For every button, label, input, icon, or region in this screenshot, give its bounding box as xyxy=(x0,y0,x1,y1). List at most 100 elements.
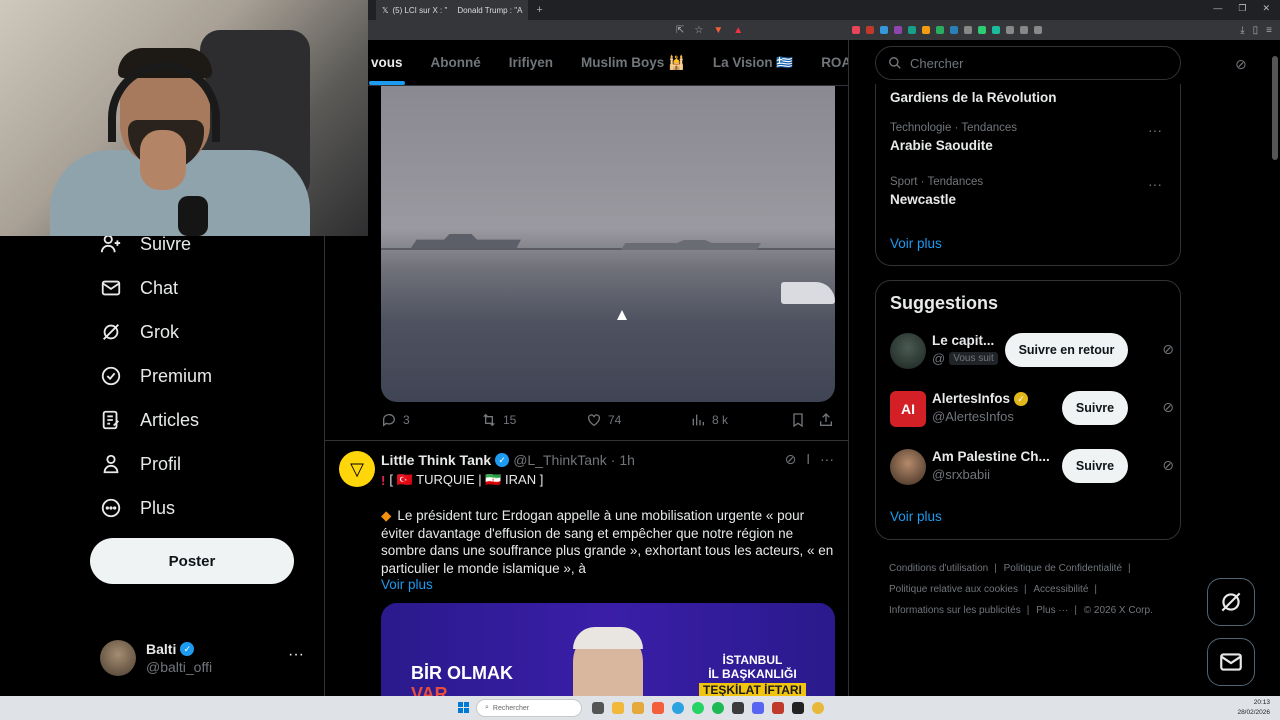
taskview-icon[interactable] xyxy=(592,702,604,714)
account-switcher[interactable]: Balti ✓ @balti_offi ··· xyxy=(100,638,310,678)
extension-icon[interactable] xyxy=(1006,26,1014,34)
trend-item[interactable]: Gardiens de la Révolution xyxy=(890,86,1170,105)
trend-item[interactable]: Technologie · Tendances Arabie Saoudite … xyxy=(890,122,1170,153)
suggestion-item[interactable]: AI AlertesInfos ✓ @AlertesInfos Suivre ⊘ xyxy=(890,389,1174,429)
app-icon[interactable] xyxy=(772,702,784,714)
follow-back-button[interactable]: Suivre en retour xyxy=(1005,333,1128,367)
footer-link[interactable]: Politique de Confidentialité xyxy=(1004,563,1122,574)
bookmark-page-icon[interactable]: ☆ xyxy=(694,25,703,36)
sidebar-item-grok[interactable]: Grok xyxy=(100,314,179,350)
file-explorer-icon[interactable] xyxy=(612,702,624,714)
messages-floating-button[interactable] xyxy=(1207,638,1255,686)
show-more-link[interactable]: Voir plus xyxy=(381,577,433,592)
extension-icon[interactable] xyxy=(922,26,930,34)
more-options-icon[interactable]: ··· xyxy=(1148,176,1162,192)
share-icon[interactable]: ⇱ xyxy=(676,25,684,36)
extension-icon[interactable] xyxy=(908,26,916,34)
tweet-author-avatar[interactable]: ▽ xyxy=(339,451,375,487)
taskbar-search-input[interactable]: ⌕ Rechercher xyxy=(476,699,582,717)
suggestion-item[interactable]: Le capit... @ Vous suit Suivre en retour … xyxy=(890,331,1174,371)
extension-icon[interactable] xyxy=(1034,26,1042,34)
sidebar-toggle-icon[interactable]: ▯ xyxy=(1253,25,1259,36)
browser-tab-active[interactable]: 𝕏 (5) LCI sur X : " Donald Trump : "A xyxy=(376,0,529,20)
rewards-icon[interactable]: ▲ xyxy=(733,25,743,36)
close-window-icon[interactable]: ✕ xyxy=(1262,3,1270,14)
follow-button[interactable]: Suivre xyxy=(1062,449,1128,483)
more-options-icon[interactable]: ··· xyxy=(1148,122,1162,138)
extension-icon[interactable] xyxy=(894,26,902,34)
like-button[interactable]: 74 xyxy=(586,412,690,428)
block-icon[interactable]: ⊘ xyxy=(1162,457,1174,474)
sidebar-item-profile[interactable]: Profil xyxy=(100,446,181,482)
tweet-author-name[interactable]: Little Think Tank xyxy=(381,452,491,468)
folder-icon[interactable] xyxy=(632,702,644,714)
tweet-author-handle[interactable]: @L_ThinkTank xyxy=(513,452,607,468)
suggestions-show-more-link[interactable]: Voir plus xyxy=(890,509,942,524)
clock-time: 20:13 xyxy=(1253,699,1270,706)
tab-list-irifiyen[interactable]: Irifiyen xyxy=(495,55,567,70)
extension-icon[interactable] xyxy=(992,26,1000,34)
tweet-video[interactable] xyxy=(381,86,835,402)
post-button[interactable]: Poster xyxy=(90,538,294,584)
footer-link[interactable]: Accessibilité xyxy=(1033,584,1088,595)
tweet-card[interactable]: ▽ Little Think Tank ✓ @L_ThinkTank · 1h … xyxy=(325,441,848,696)
spotify-icon[interactable] xyxy=(712,702,724,714)
grok-floating-button[interactable] xyxy=(1207,578,1255,626)
windows-start-icon[interactable] xyxy=(458,702,470,714)
more-options-icon[interactable]: ··· xyxy=(288,646,304,664)
extension-icon[interactable] xyxy=(936,26,944,34)
search-input[interactable]: Chercher xyxy=(875,46,1181,80)
menu-icon[interactable]: ≡ xyxy=(1266,25,1272,36)
extension-icon[interactable] xyxy=(950,26,958,34)
trends-show-more-link[interactable]: Voir plus xyxy=(890,236,942,251)
extension-icon[interactable] xyxy=(964,26,972,34)
suggestion-item[interactable]: Am Palestine Ch... @srxbabii Suivre ⊘ xyxy=(890,447,1174,487)
telegram-icon[interactable] xyxy=(672,702,684,714)
tab-list-la-vision[interactable]: La Vision 🇬🇷 xyxy=(699,55,807,71)
extension-icon[interactable] xyxy=(852,26,860,34)
extension-icon[interactable] xyxy=(978,26,986,34)
share-button[interactable] xyxy=(818,412,834,428)
tab-following[interactable]: Abonné xyxy=(417,55,495,70)
extension-icon[interactable] xyxy=(1020,26,1028,34)
footer-link[interactable]: Conditions d'utilisation xyxy=(889,563,988,574)
extension-icon[interactable] xyxy=(866,26,874,34)
block-icon[interactable]: ⊘ xyxy=(1162,399,1174,416)
tweet-image[interactable]: BİR OLMAK VAR İSTANBUL İL BAŞKANLIĞI TEŞK… xyxy=(381,603,835,696)
minimize-icon[interactable]: — xyxy=(1213,3,1222,14)
block-icon[interactable]: ⊘ xyxy=(785,451,797,468)
system-tray-clock[interactable]: 20:13 28/02/2026 xyxy=(1237,698,1270,718)
app-icon[interactable] xyxy=(732,702,744,714)
bookmark-button[interactable] xyxy=(790,412,818,428)
whatsapp-icon[interactable] xyxy=(692,702,704,714)
tab-list-muslim-boys[interactable]: Muslim Boys 🕌 xyxy=(567,55,699,71)
sidebar-item-premium[interactable]: Premium xyxy=(100,358,212,394)
block-icon[interactable]: ⊘ xyxy=(1162,341,1174,358)
tab-list-road[interactable]: ROAD xyxy=(807,55,848,70)
footer-link[interactable]: Informations sur les publicités xyxy=(889,605,1021,616)
footer-more-link[interactable]: Plus ··· xyxy=(1036,605,1068,616)
trend-item[interactable]: Sport · Tendances Newcastle ··· xyxy=(890,176,1170,207)
brave-browser-icon[interactable] xyxy=(652,702,664,714)
repost-button[interactable]: 15 xyxy=(481,412,586,428)
reply-button[interactable]: 3 xyxy=(381,412,481,428)
sidebar-item-chat[interactable]: Chat xyxy=(100,270,178,306)
grok-explain-icon[interactable]: ǀ xyxy=(806,451,810,468)
obs-icon[interactable] xyxy=(792,702,804,714)
download-icon[interactable]: ⤓ xyxy=(1240,25,1244,36)
follow-button[interactable]: Suivre xyxy=(1062,391,1128,425)
block-icon[interactable]: ⊘ xyxy=(1235,56,1247,73)
more-options-icon[interactable]: ··· xyxy=(820,451,834,468)
new-tab-button[interactable]: + xyxy=(536,4,542,16)
page-scrollbar[interactable] xyxy=(1272,56,1278,160)
sidebar-item-more[interactable]: Plus xyxy=(100,490,175,526)
sidebar-item-articles[interactable]: Articles xyxy=(100,402,199,438)
views-button[interactable]: 8 k xyxy=(690,412,790,428)
brave-shield-icon[interactable]: ▼ xyxy=(713,25,723,36)
restore-icon[interactable]: ❐ xyxy=(1238,3,1246,14)
tweet-time[interactable]: · 1h xyxy=(611,452,635,468)
chrome-icon[interactable] xyxy=(812,702,824,714)
footer-link[interactable]: Politique relative aux cookies xyxy=(889,584,1018,595)
discord-icon[interactable] xyxy=(752,702,764,714)
extension-icon[interactable] xyxy=(880,26,888,34)
